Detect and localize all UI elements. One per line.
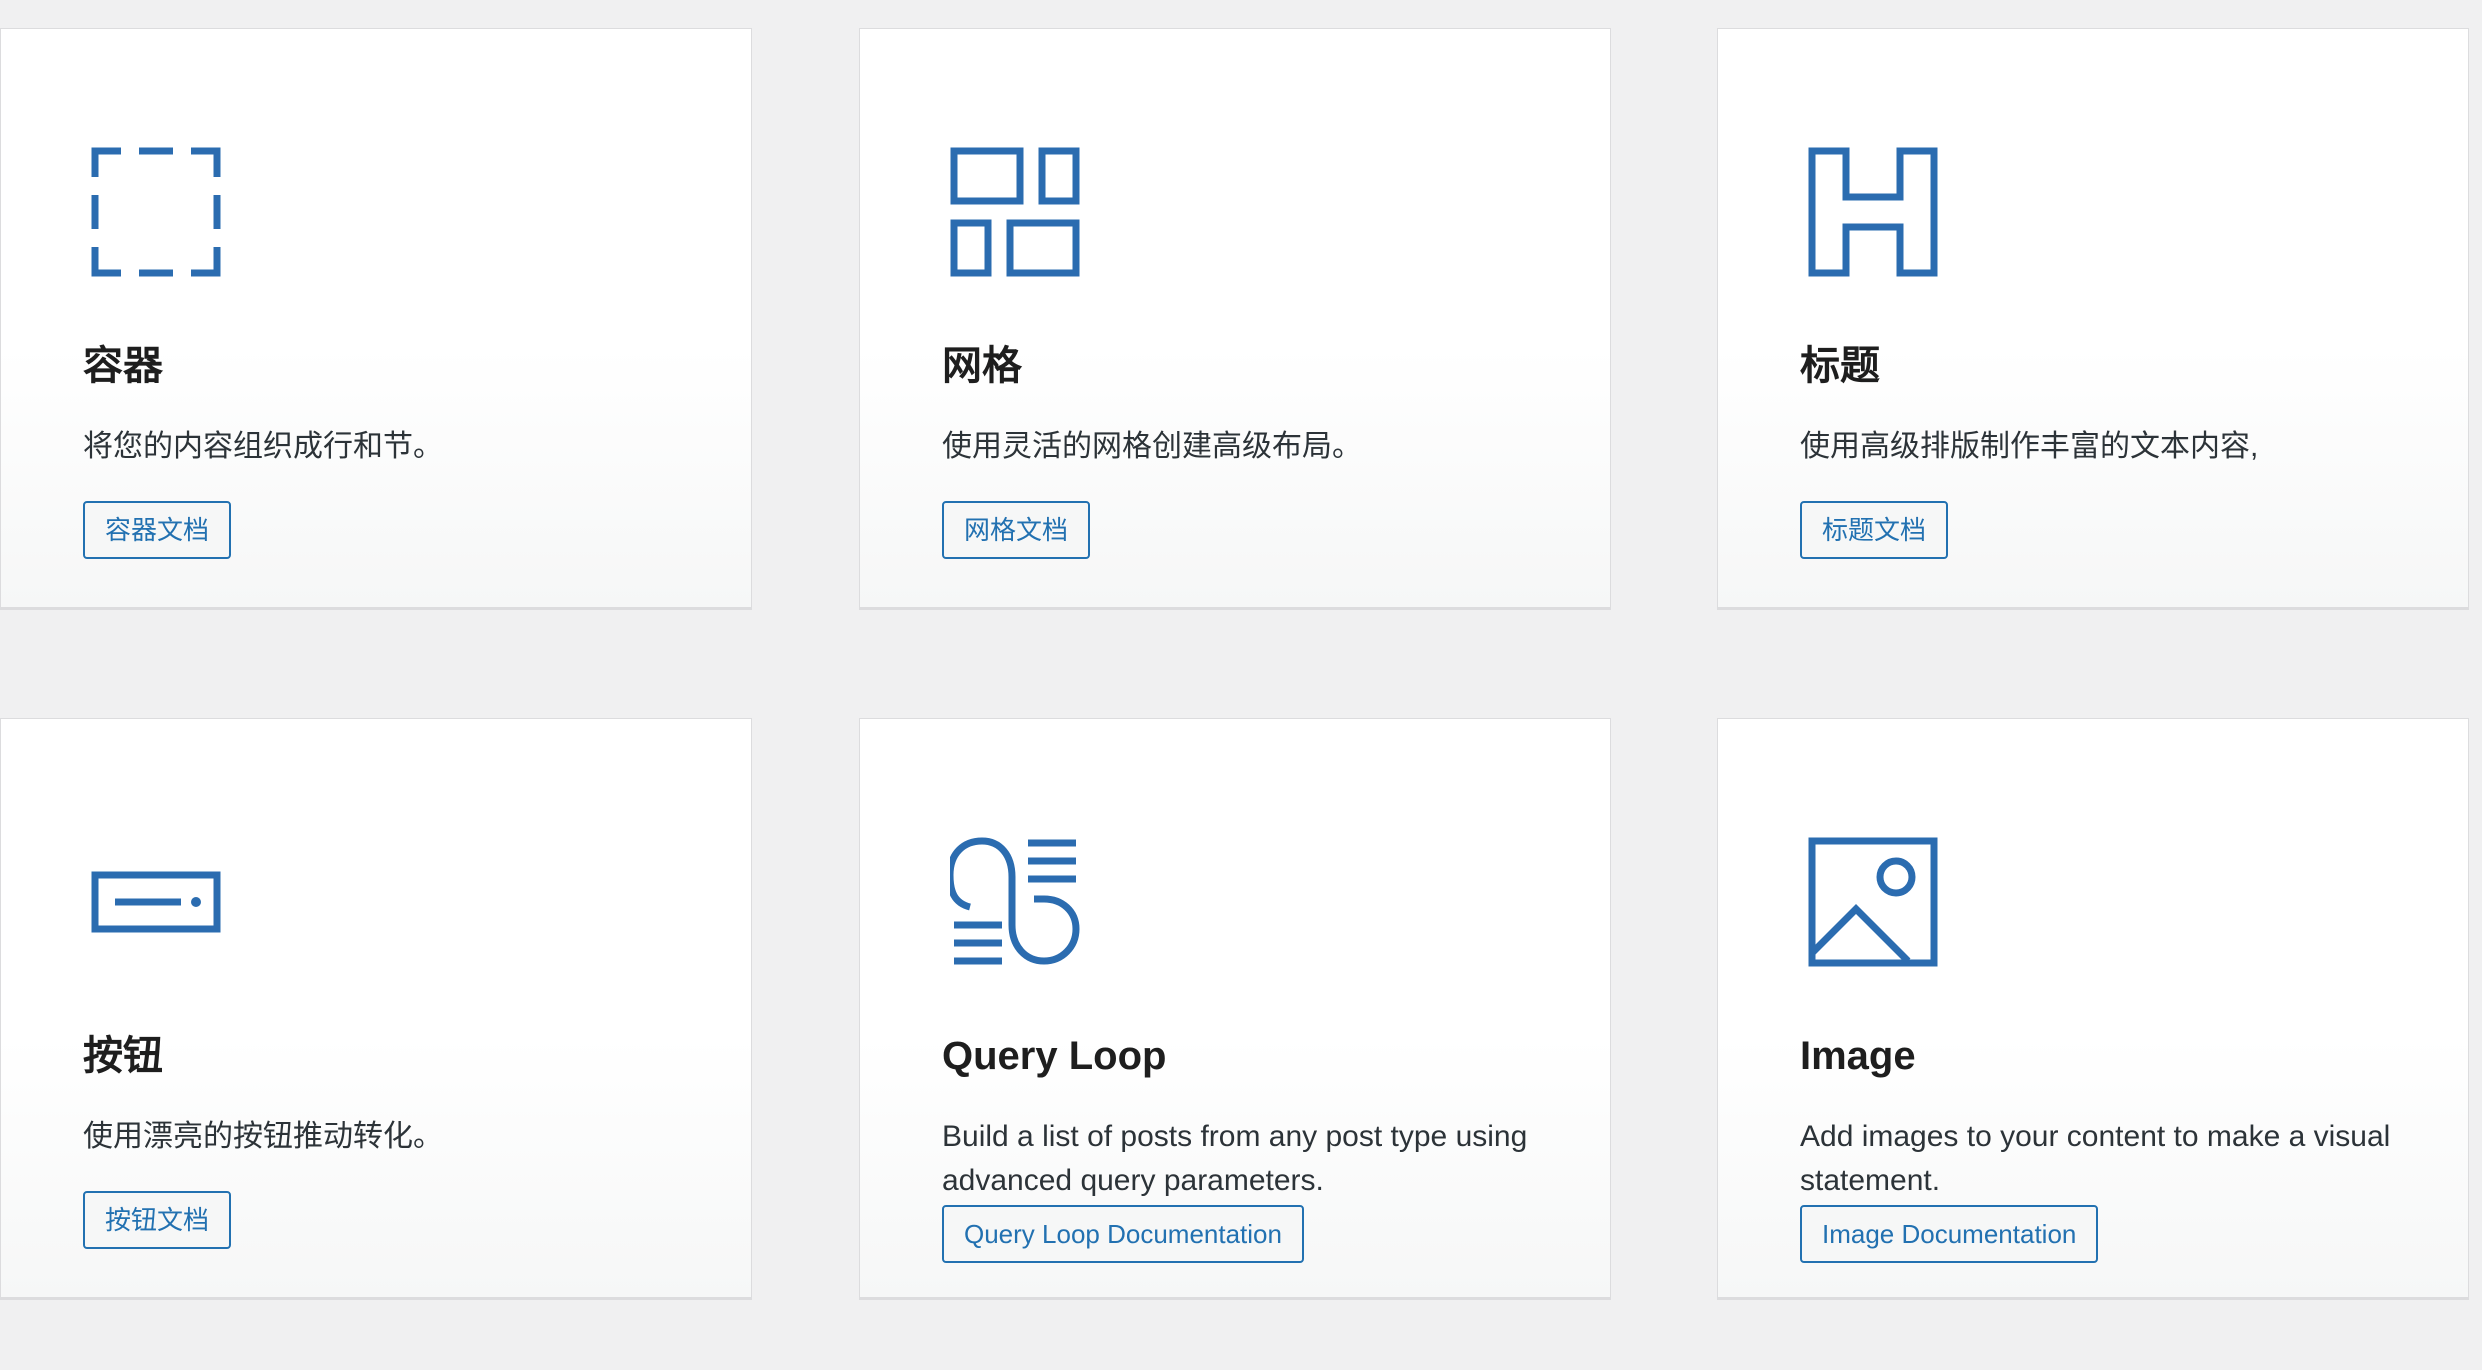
card-button: 按钮 使用漂亮的按钮推动转化。 按钮文档 (0, 718, 752, 1300)
card-heading: 标题 使用高级排版制作丰富的文本内容, 标题文档 (1717, 28, 2469, 610)
heading-h-icon (1808, 147, 1938, 277)
image-icon (1808, 837, 1938, 967)
card-description: Add images to your content to make a vis… (1800, 1120, 2391, 1197)
button-docs-button[interactable]: 按钮文档 (83, 1191, 232, 1249)
heading-docs-button[interactable]: 标题文档 (1800, 501, 1949, 559)
card-title: 按钮 (83, 1034, 163, 1078)
card-title: 标题 (1800, 344, 1880, 388)
card-query-loop: Query Loop Build a list of posts from an… (859, 718, 1611, 1300)
container-dashed-square-icon (91, 147, 221, 277)
card-description: 将您的内容组织成行和节。 (83, 430, 443, 463)
image-docs-button[interactable]: Image Documentation (1800, 1205, 2099, 1263)
card-container: 容器 将您的内容组织成行和节。 容器文档 (0, 28, 752, 610)
card-title: Query Loop (942, 1034, 1167, 1078)
card-grid: 网格 使用灵活的网格创建高级布局。 网格文档 (859, 28, 1611, 610)
query-loop-docs-button[interactable]: Query Loop Documentation (942, 1205, 1304, 1263)
card-title: 网格 (942, 344, 1022, 388)
card-title: Image (1800, 1034, 1916, 1078)
card-description: 使用高级排版制作丰富的文本内容, (1800, 430, 2259, 463)
grid-layout-icon (950, 147, 1080, 277)
query-loop-icon (950, 837, 1080, 967)
card-image: Image Add images to your content to make… (1717, 718, 2469, 1300)
block-cards-grid: 容器 将您的内容组织成行和节。 容器文档 网格 使用灵活的网格创建高级布局。 网… (0, 0, 2482, 1370)
button-icon (91, 837, 221, 967)
card-description: 使用漂亮的按钮推动转化。 (83, 1120, 443, 1153)
container-docs-button[interactable]: 容器文档 (83, 501, 232, 559)
card-description: Build a list of posts from any post type… (942, 1120, 1528, 1197)
card-description: 使用灵活的网格创建高级布局。 (942, 430, 1362, 463)
grid-docs-button[interactable]: 网格文档 (942, 501, 1091, 559)
card-title: 容器 (83, 344, 163, 388)
